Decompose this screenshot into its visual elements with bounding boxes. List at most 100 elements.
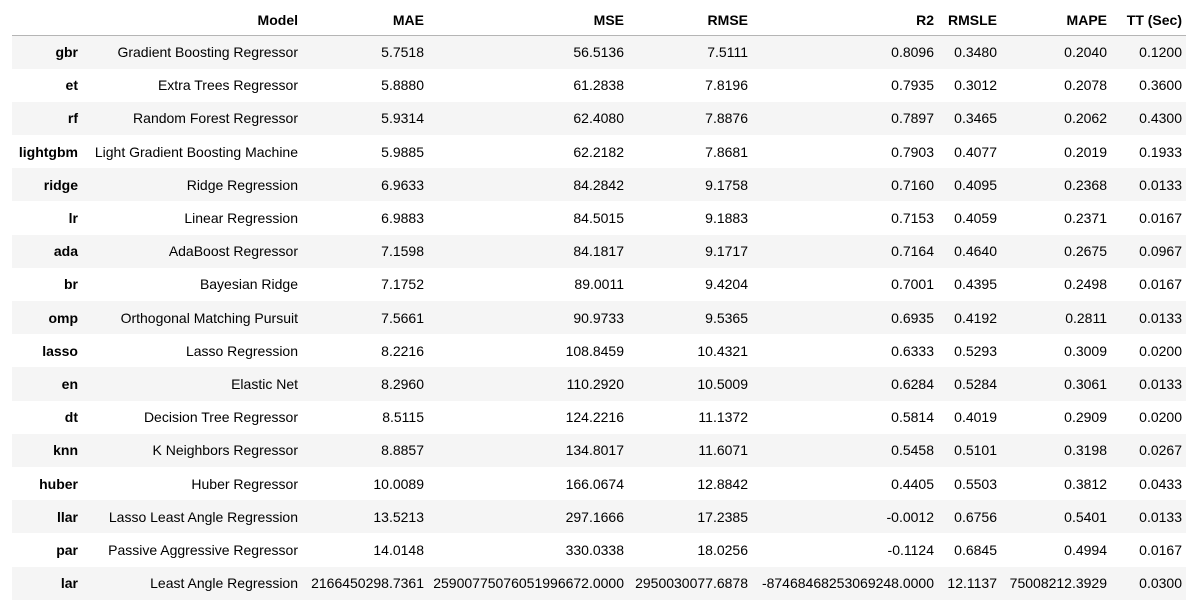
table-row: en Elastic Net 8.2960 110.2920 10.5009 0.6284… xyxy=(12,367,1186,401)
cell-model: Huber Regressor xyxy=(191,475,298,492)
header-mae: MAE xyxy=(302,4,428,36)
cell-mape: 0.2019 xyxy=(1064,143,1107,160)
table-row: et Extra Trees Regressor 5.8880 61.2838 7.81… xyxy=(12,68,1186,102)
cell-model: AdaBoost Regressor xyxy=(168,243,298,260)
cell-r2: -0.0012 xyxy=(886,508,934,525)
cell-tt: 0.1933 xyxy=(1139,143,1182,160)
cell-rmse: 11.6071 xyxy=(698,442,748,459)
cell-tt: 0.0133 xyxy=(1139,176,1182,193)
cell-mape: 0.3198 xyxy=(1064,442,1107,459)
header-model: Model xyxy=(82,4,302,36)
cell-rmse: 11.1372 xyxy=(698,409,748,426)
cell-rmsle: 0.5284 xyxy=(954,375,997,392)
cell-r2: 0.6333 xyxy=(891,342,934,359)
table-row: rf Random Forest Regressor 5.9314 62.4080 7.… xyxy=(12,101,1186,136)
cell-model: Extra Trees Regressor xyxy=(157,77,298,94)
cell-mae: 8.2960 xyxy=(381,375,424,392)
cell-mse: 166.0674 xyxy=(565,475,624,492)
cell-rmse: 18.0256 xyxy=(697,541,748,558)
cell-mae: 10.0089 xyxy=(373,475,424,492)
cell-r2: 0.7164 xyxy=(891,243,934,260)
cell-rmse: 9.1717 xyxy=(705,243,748,260)
cell-rmsle: 0.4077 xyxy=(954,143,997,160)
cell-rmse: 9.1883 xyxy=(705,210,748,227)
table-body: gbr Gradient Boosting Regressor 5.7518 56.5… xyxy=(12,35,1186,600)
cell-rmsle: 0.5101 xyxy=(954,442,997,459)
cell-mae: 5.8880 xyxy=(381,77,424,94)
cell-mae: 8.8857 xyxy=(381,442,424,459)
cell-mae: 8.2216 xyxy=(381,342,424,359)
cell-model: Linear Regression xyxy=(184,210,298,227)
row-index: ridge xyxy=(43,176,78,193)
cell-rmse: 7.8681 xyxy=(705,143,748,160)
cell-model: Bayesian Ridge xyxy=(199,276,298,293)
cell-mape: 0.4994 xyxy=(1064,541,1107,558)
row-index: rf xyxy=(67,110,78,127)
cell-tt: 0.0133 xyxy=(1139,375,1182,392)
cell-tt: 0.0200 xyxy=(1139,409,1182,426)
cell-mape: 0.2811 xyxy=(1065,309,1107,326)
cell-tt: 0.0133 xyxy=(1139,309,1182,326)
cell-r2: 0.5814 xyxy=(891,409,934,426)
header-rmse: RMSE xyxy=(628,4,752,36)
cell-r2: 0.6935 xyxy=(891,309,934,326)
row-index: par xyxy=(56,541,78,558)
row-index: lasso xyxy=(42,342,78,359)
cell-mse: 89.0011 xyxy=(574,276,624,293)
cell-r2: 0.7897 xyxy=(891,110,934,127)
cell-model: K Neighbors Regressor xyxy=(152,442,298,459)
cell-rmse: 9.5365 xyxy=(705,309,748,326)
cell-rmsle: 0.4095 xyxy=(954,176,997,193)
cell-mse: 84.2842 xyxy=(573,176,624,193)
cell-mape: 0.5401 xyxy=(1064,508,1107,525)
cell-mape: 0.2498 xyxy=(1064,276,1107,293)
header-r2: R2 xyxy=(752,4,938,36)
cell-mape: 0.2909 xyxy=(1064,409,1107,426)
cell-model: Passive Aggressive Regressor xyxy=(108,541,298,558)
cell-mae: 8.5115 xyxy=(382,409,424,426)
header-rmsle: RMSLE xyxy=(938,4,1001,36)
cell-r2: 0.7160 xyxy=(891,176,934,193)
cell-model: Light Gradient Boosting Machine xyxy=(94,143,298,160)
row-index: omp xyxy=(48,309,78,326)
cell-mape: 0.2040 xyxy=(1064,44,1107,61)
header-mape: MAPE xyxy=(1001,4,1111,36)
cell-rmse: 9.1758 xyxy=(705,176,748,193)
cell-model: Ridge Regression xyxy=(186,176,298,193)
cell-model: Lasso Regression xyxy=(185,342,298,359)
cell-tt: 0.0167 xyxy=(1139,276,1182,293)
cell-mae: 7.1598 xyxy=(381,243,424,260)
cell-rmsle: 0.3480 xyxy=(954,44,997,61)
row-index: lr xyxy=(68,210,78,227)
cell-r2: 0.7153 xyxy=(891,210,934,227)
cell-rmse: 10.5009 xyxy=(697,375,748,392)
cell-tt: 0.0167 xyxy=(1139,541,1182,558)
cell-rmse: 17.2385 xyxy=(697,508,748,525)
cell-tt: 0.4300 xyxy=(1139,110,1182,127)
cell-mape: 0.2675 xyxy=(1064,243,1107,260)
row-index: gbr xyxy=(55,44,78,61)
cell-mape: 0.3009 xyxy=(1064,342,1107,359)
cell-mse: 25900775076051996672.0000 xyxy=(433,575,624,592)
cell-tt: 0.0967 xyxy=(1139,243,1182,260)
cell-rmsle: 12.1137 xyxy=(947,575,997,592)
row-index: et xyxy=(65,77,78,94)
cell-mae: 7.1752 xyxy=(381,276,424,293)
cell-rmsle: 0.4192 xyxy=(954,309,997,326)
header-row: Model MAE MSE RMSE R2 RMSLE MAPE TT (Sec… xyxy=(12,4,1186,36)
cell-mape: 0.2062 xyxy=(1064,110,1107,127)
cell-mse: 84.5015 xyxy=(573,210,624,227)
cell-rmse: 7.8876 xyxy=(705,110,748,127)
row-index: lar xyxy=(60,575,78,592)
cell-mape: 0.2371 xyxy=(1064,210,1107,227)
row-index: huber xyxy=(39,475,78,492)
cell-rmsle: 0.4640 xyxy=(954,243,997,260)
row-index: lightgbm xyxy=(18,143,78,160)
cell-r2: -0.1124 xyxy=(887,541,934,558)
cell-mae: 14.0148 xyxy=(373,541,424,558)
table-row: lr Linear Regression 6.9883 84.5015 9.1883 0.… xyxy=(12,201,1186,235)
cell-model: Gradient Boosting Regressor xyxy=(117,44,298,61)
cell-tt: 0.0433 xyxy=(1139,475,1182,492)
cell-model: Least Angle Regression xyxy=(150,575,298,592)
cell-rmsle: 0.5293 xyxy=(954,342,997,359)
